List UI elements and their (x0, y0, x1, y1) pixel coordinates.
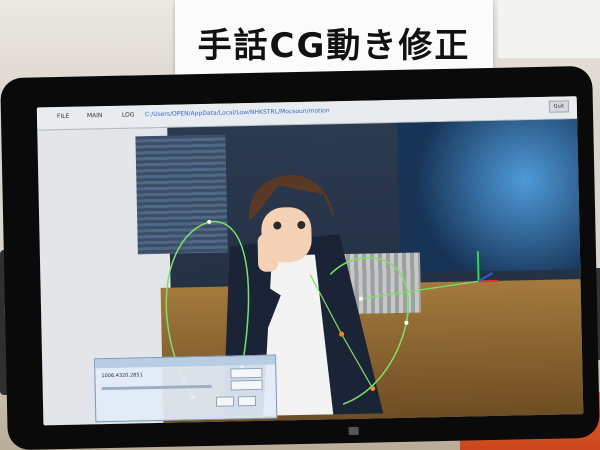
sign-title: 手話CG動き修正 (197, 26, 471, 66)
panel-button[interactable] (230, 367, 263, 379)
menu-log[interactable]: LOG (122, 111, 135, 118)
hand (257, 233, 279, 272)
windows-logo-icon (348, 426, 359, 436)
file-path: C:/Users/OPEN/AppData/Local/Low/NHKSTRL/… (144, 107, 330, 119)
keyframe-point (404, 320, 409, 325)
monitor: FILE MAIN LOG C:/Users/OPEN/AppData/Loca… (0, 65, 600, 450)
panel-slider[interactable] (101, 384, 212, 391)
ik-line (360, 280, 479, 300)
keyframe-point (207, 219, 212, 224)
quit-button[interactable]: Quit (548, 100, 570, 113)
menu-main[interactable]: MAIN (87, 112, 103, 119)
panel-button[interactable] (215, 396, 235, 407)
joint-point (358, 296, 363, 301)
paper-sheet (498, 0, 600, 58)
panel-value: 1006.4320.2851 (101, 372, 143, 380)
panel-titlebar (95, 355, 276, 369)
menu-file[interactable]: FILE (57, 113, 70, 120)
gizmo-y-axis (476, 251, 480, 282)
panel-button[interactable] (230, 379, 263, 391)
control-panel: 1006.4320.2851 (94, 354, 278, 423)
screen: FILE MAIN LOG C:/Users/OPEN/AppData/Loca… (36, 96, 584, 426)
panel-button[interactable] (237, 395, 257, 407)
